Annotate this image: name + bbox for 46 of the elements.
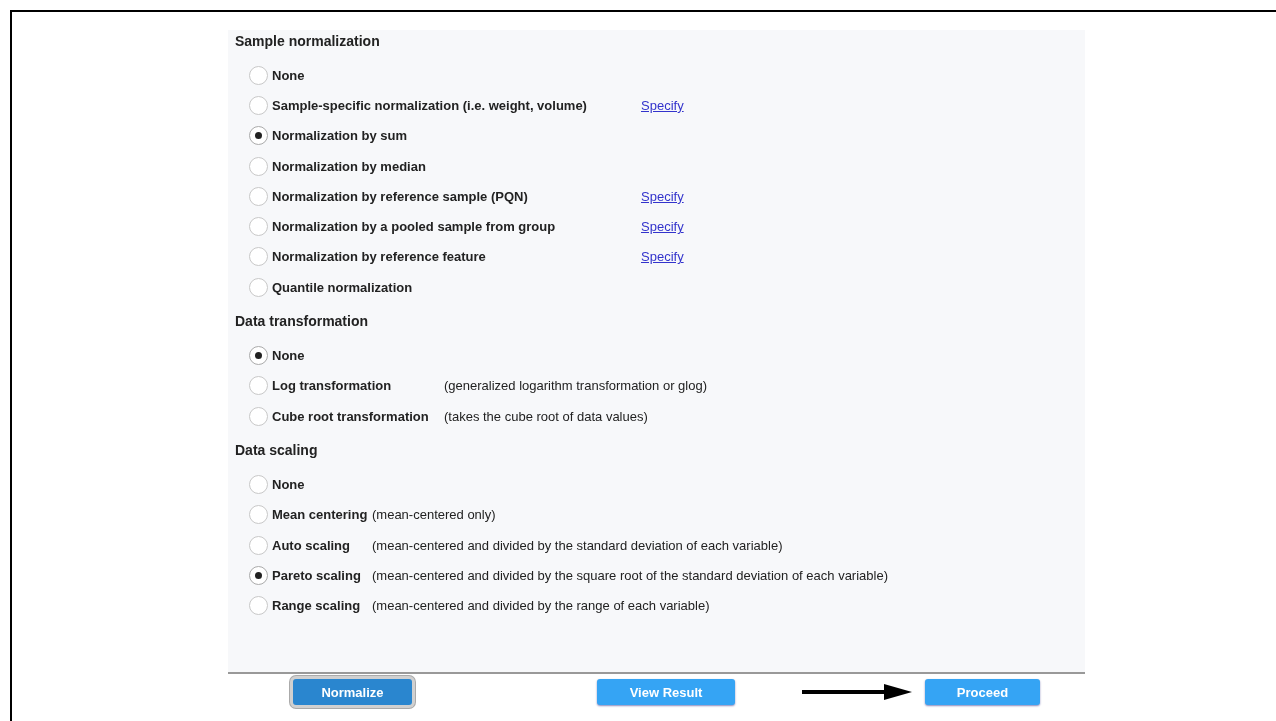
radio-button[interactable] [249,277,268,297]
radio-button[interactable] [249,65,268,85]
option-label: None [272,476,305,492]
option-label: Sample-specific normalization (i.e. weight, volume) [272,97,588,113]
radio-button[interactable] [249,535,268,555]
option-label: Auto scaling [272,537,351,553]
option-description: (mean-centered only) [372,507,496,523]
specify-link[interactable]: Specify [641,249,684,265]
option-description: (takes the cube root of data values) [444,408,648,424]
radio-button[interactable] [249,247,268,267]
option-label: None [272,348,305,363]
option-description: (generalized logarithm transformation or glog) [444,378,707,394]
specify-link[interactable]: Specify [641,219,684,235]
radio-button[interactable] [249,346,268,365]
radio-button[interactable] [249,376,268,396]
radio-button[interactable] [249,95,268,115]
radio-button[interactable] [249,505,268,525]
radio-button[interactable] [249,474,268,494]
option-label: Normalization by reference sample (PQN) [272,188,529,204]
radio-button[interactable] [249,156,268,176]
option-label: Log transformation [272,378,393,394]
specify-link[interactable]: Specify [641,188,684,204]
radio-button[interactable] [249,126,268,146]
radio-button[interactable] [249,596,268,616]
option-label: Mean centering [272,507,368,523]
option-label: Normalization by sum [272,128,408,144]
option-description: (mean-centered and divided by the square root of the standard deviation of each variable) [372,567,888,583]
specify-link[interactable]: Specify [641,97,684,113]
radio-button[interactable] [249,186,268,206]
option-label: None [272,67,305,83]
option-description: (mean-centered and divided by the range of each variable) [372,598,710,614]
option-label: Cube root transformation [272,408,430,424]
option-label: Pareto scaling [272,567,362,583]
option-label: Range scaling [272,598,362,614]
arrow-icon [802,684,912,700]
option-label: Quantile normalization [272,279,413,295]
option-description: (mean-centered and divided by the standard deviation of each variable) [372,537,783,553]
option-label: Normalization by a pooled sample from group [272,219,557,235]
section-heading: Data transformation [235,312,370,332]
section-heading: Data scaling [235,441,319,461]
option-label: Normalization by median [272,158,426,174]
radio-button[interactable] [249,406,268,426]
section-heading: Sample normalization [235,32,381,51]
radio-button[interactable] [249,217,268,237]
option-label: Normalization by reference feature [272,249,487,265]
radio-button[interactable] [249,565,268,585]
